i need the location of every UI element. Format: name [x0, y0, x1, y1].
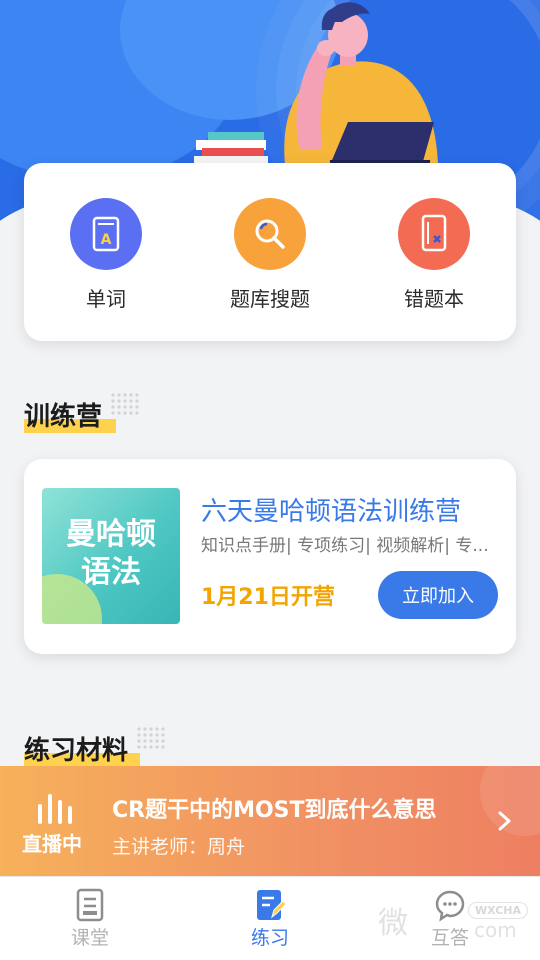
- camp-title: 六天曼哈顿语法训练营: [201, 497, 462, 527]
- question-search-label: 题库搜题: [230, 287, 310, 311]
- tab-qa-label: 互答: [430, 927, 469, 949]
- materials-section-title: 练习材料: [24, 730, 140, 767]
- live-broadcast-banner[interactable]: 直播中 CR题干中的MOST到底什么意思 主讲老师：周舟: [0, 766, 540, 876]
- svg-text:A: A: [101, 232, 112, 248]
- live-title: CR题干中的MOST到底什么意思: [112, 798, 437, 823]
- tab-practice[interactable]: 练习: [180, 877, 360, 960]
- question-search-button[interactable]: 题库搜题: [188, 163, 352, 341]
- cover-text-line2: 语法: [81, 555, 141, 590]
- camp-subtitle: 知识点手册| 专项练习| 视频解析| 专...: [201, 536, 489, 556]
- camp-start-date: 1月21日开营: [201, 585, 335, 610]
- mistake-notebook-label: 错题本: [404, 287, 464, 311]
- chevron-right-icon: [498, 811, 511, 831]
- quick-actions-card: A 单词 题库搜题 错题本: [24, 163, 516, 341]
- vocabulary-label: 单词: [86, 287, 126, 311]
- cover-text: 曼哈顿 语法: [42, 516, 180, 592]
- mistake-notebook-icon: [398, 198, 470, 270]
- decor-dots: [110, 392, 140, 416]
- live-teacher: 主讲老师：周舟: [112, 836, 246, 858]
- practice-icon: [257, 890, 286, 920]
- vocabulary-book-icon: A: [70, 198, 142, 270]
- live-status-label: 直播中: [22, 832, 82, 856]
- classroom-icon: [76, 888, 104, 922]
- tab-classroom[interactable]: 课堂: [0, 877, 180, 960]
- vocabulary-button[interactable]: A 单词: [24, 163, 188, 341]
- search-icon: [234, 198, 306, 270]
- mistake-notebook-button[interactable]: 错题本: [352, 163, 516, 341]
- student-illustration: [194, 2, 438, 165]
- tab-classroom-label: 课堂: [70, 927, 109, 949]
- tab-qa[interactable]: 互答: [360, 877, 540, 960]
- bottom-navigation: 课堂 练习 互答: [0, 876, 540, 960]
- qa-chat-icon: [435, 890, 465, 922]
- decor-dots: [136, 726, 166, 750]
- tab-practice-label: 练习: [250, 927, 289, 949]
- live-equalizer-icon: [38, 794, 72, 824]
- join-now-button[interactable]: 立即加入: [378, 571, 498, 619]
- camp-section-title: 训练营: [24, 396, 116, 433]
- camp-cover-image: 曼哈顿 语法: [42, 488, 180, 624]
- training-camp-card[interactable]: 曼哈顿 语法 六天曼哈顿语法训练营 知识点手册| 专项练习| 视频解析| 专..…: [24, 459, 516, 654]
- cover-text-line1: 曼哈顿: [66, 517, 156, 552]
